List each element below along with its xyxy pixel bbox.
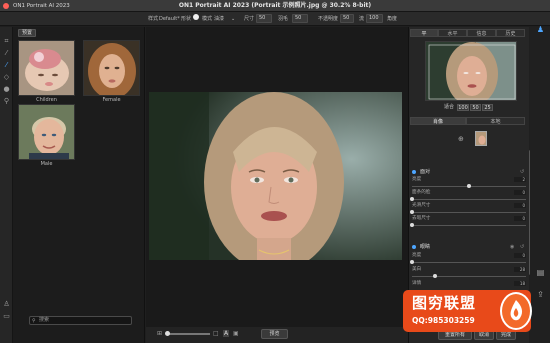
eyes-whiten-value[interactable]: 28 bbox=[514, 267, 526, 272]
face-slim-handle[interactable] bbox=[410, 197, 414, 201]
portrait-module-icon[interactable]: ♟ bbox=[536, 25, 545, 34]
style-label: 样式 bbox=[148, 16, 159, 22]
eyes-whiten-handle[interactable] bbox=[432, 274, 437, 278]
preview-button[interactable]: 预览 bbox=[261, 329, 288, 339]
face-brightness-value[interactable]: 2 bbox=[514, 177, 526, 182]
sidebar-toggle-icon[interactable]: ▭ bbox=[3, 313, 10, 320]
watermark-title: 图穷联盟 bbox=[412, 294, 477, 312]
title-bar: ON1 Portrait AI 2023 ON1 Portrait AI 202… bbox=[0, 0, 550, 12]
watermark-qq: QQ:985303259 bbox=[412, 316, 475, 325]
zoom-50-button[interactable]: 50 bbox=[470, 104, 481, 111]
preset-label-children: Children bbox=[36, 97, 57, 103]
face-brightness-label: 亮度 bbox=[412, 177, 422, 182]
section-enabled-indicator[interactable] bbox=[412, 170, 416, 174]
reset-icon[interactable]: ↺ bbox=[520, 243, 524, 251]
view-mode-icon[interactable]: ⊞ bbox=[157, 330, 162, 337]
eyes-brightness-label: 亮度 bbox=[412, 253, 422, 258]
section-enabled-indicator[interactable] bbox=[412, 245, 416, 249]
face-slim-value[interactable]: 0 bbox=[514, 190, 526, 195]
eyes-whiten-slider[interactable] bbox=[412, 276, 526, 277]
chevron-down-icon[interactable]: ⌄ bbox=[231, 15, 235, 23]
preset-search-input[interactable]: 搜索 bbox=[29, 316, 132, 325]
reset-icon[interactable]: ↺ bbox=[520, 168, 524, 176]
section-eyes-title: 眼睛 bbox=[420, 244, 431, 250]
navigator-thumbnail[interactable] bbox=[425, 41, 517, 101]
face-blemish-handle[interactable] bbox=[410, 223, 414, 227]
section-face[interactable]: 面对 ↺ bbox=[412, 168, 527, 176]
angle-label: 角度 bbox=[387, 16, 398, 22]
tab-portrait[interactable]: 肖像 bbox=[410, 117, 466, 125]
brush-shape-icon[interactable] bbox=[193, 14, 199, 20]
square-icon[interactable]: □ bbox=[213, 330, 219, 337]
search-icon: ⚲ bbox=[32, 318, 36, 324]
tab-presets[interactable]: 预置 bbox=[18, 29, 36, 37]
retouch-brush-icon[interactable]: ⁄ bbox=[3, 62, 10, 69]
face-smooth-slider[interactable] bbox=[412, 212, 526, 213]
tab-local[interactable]: 本地 bbox=[466, 117, 525, 125]
tab-history[interactable]: 历史 bbox=[496, 29, 525, 37]
section-eyes[interactable]: 眼睛 ◉ ↺ bbox=[412, 243, 527, 251]
preset-label-female: Female bbox=[102, 97, 121, 103]
brush-icon[interactable]: ⁄ bbox=[3, 50, 10, 57]
face-blemish-value[interactable]: 0 bbox=[514, 216, 526, 221]
face-slim-slider[interactable] bbox=[412, 199, 526, 200]
clone-icon[interactable]: ● bbox=[3, 86, 10, 93]
opacity-label: 不透明度 bbox=[318, 16, 339, 22]
face-brightness-handle[interactable] bbox=[467, 184, 471, 188]
opacity-field[interactable]: 50 bbox=[340, 14, 354, 23]
zoom-slider[interactable] bbox=[166, 333, 210, 335]
mode-label: 模式 bbox=[202, 16, 213, 22]
section-face-title: 面对 bbox=[420, 169, 431, 175]
zoom-icon[interactable]: ⚲ bbox=[3, 98, 10, 105]
eye-icon[interactable]: ◉ bbox=[510, 243, 514, 251]
mode-dropdown[interactable]: 油漆 bbox=[214, 15, 224, 23]
feather-field[interactable]: 50 bbox=[292, 14, 308, 23]
add-face-icon[interactable]: ⊕ bbox=[458, 135, 464, 143]
size-label: 尺寸 bbox=[244, 16, 255, 22]
export-icon[interactable]: ▤ bbox=[536, 268, 545, 277]
face-blemish-label: 去瑕尺寸 bbox=[412, 216, 431, 221]
face-slim-label: 面条的脸 bbox=[412, 190, 431, 195]
main-photo[interactable] bbox=[149, 92, 402, 260]
watermark-logo bbox=[500, 292, 532, 330]
eyes-brightness-slider[interactable] bbox=[412, 262, 526, 263]
preset-label-male: Male bbox=[40, 161, 53, 167]
zoom-100-button[interactable]: 100 bbox=[457, 104, 469, 111]
tab-navigator[interactable]: 平 bbox=[410, 29, 438, 37]
preset-thumbnail-male[interactable] bbox=[18, 104, 75, 160]
split-view-icon[interactable]: ▣ bbox=[233, 330, 239, 337]
eyes-brightness-handle[interactable] bbox=[410, 260, 414, 264]
brush-toolbar bbox=[0, 12, 550, 26]
zoom-25-button[interactable]: 25 bbox=[482, 104, 493, 111]
face-thumbnail[interactable] bbox=[475, 131, 487, 146]
shape-label: 形状 bbox=[181, 16, 192, 22]
zoom-fit-label[interactable]: 适合 bbox=[444, 104, 454, 111]
eyes-whiten-label: 美白 bbox=[412, 267, 422, 272]
crop-icon[interactable]: ⌗ bbox=[3, 38, 10, 45]
tab-level[interactable]: 水平 bbox=[438, 29, 467, 37]
style-dropdown[interactable]: Default* bbox=[159, 15, 180, 23]
size-field[interactable]: 50 bbox=[256, 14, 272, 23]
flow-field[interactable]: 100 bbox=[366, 14, 383, 23]
share-icon[interactable]: ⇪ bbox=[536, 290, 545, 299]
zoom-slider-handle[interactable] bbox=[165, 331, 170, 336]
text-overlay-icon[interactable]: A bbox=[223, 330, 230, 337]
flow-label: 流 bbox=[359, 16, 365, 22]
preset-thumbnail-female[interactable] bbox=[83, 40, 140, 96]
face-smooth-value[interactable]: 0 bbox=[514, 203, 526, 208]
preset-thumbnail-children[interactable] bbox=[18, 40, 75, 96]
eyes-brightness-value[interactable]: 0 bbox=[514, 253, 526, 258]
window-title: ON1 Portrait AI 2023 (Portrait 示例照片.jpg … bbox=[178, 2, 372, 9]
person-icon[interactable]: ♙ bbox=[3, 301, 10, 308]
feather-label: 羽毛 bbox=[278, 16, 289, 22]
eraser-icon[interactable]: ◇ bbox=[3, 74, 10, 81]
face-smooth-handle[interactable] bbox=[410, 210, 414, 214]
eyes-detail-label: 详情 bbox=[412, 281, 422, 286]
face-smooth-label: 光滑尺寸 bbox=[412, 203, 431, 208]
tab-info[interactable]: 信息 bbox=[467, 29, 496, 37]
face-blemish-slider[interactable] bbox=[412, 225, 526, 226]
eyes-detail-value[interactable]: 18 bbox=[514, 281, 526, 286]
